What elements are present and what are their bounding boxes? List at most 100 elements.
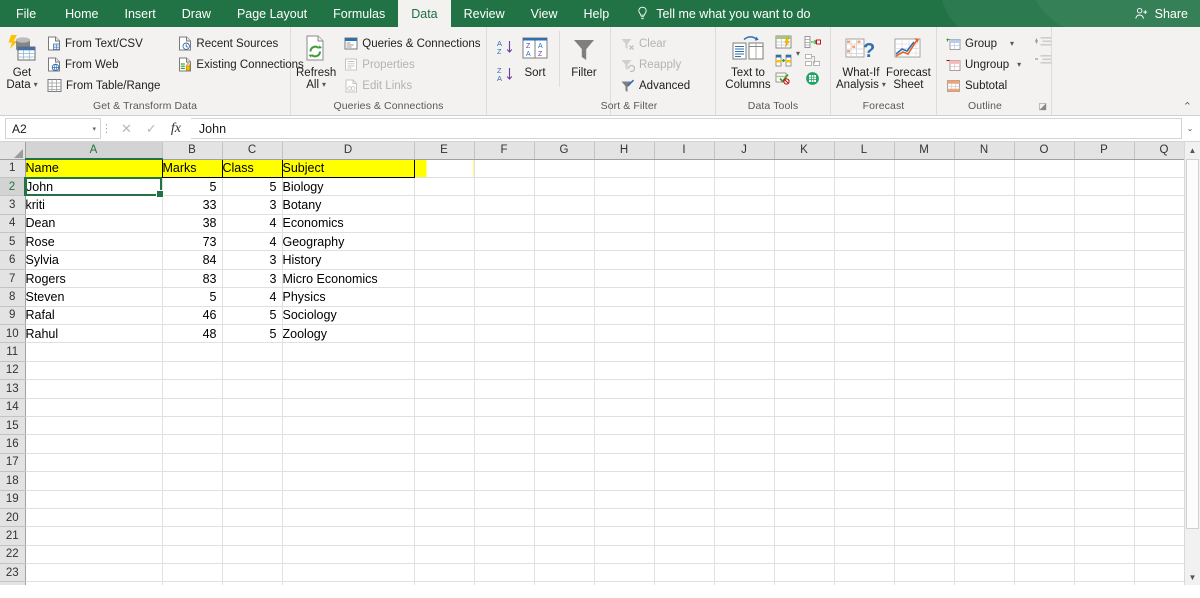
data-validation-icon[interactable] bbox=[775, 71, 792, 85]
cell-E23[interactable] bbox=[414, 564, 474, 582]
cell-K20[interactable] bbox=[774, 508, 834, 526]
cell-C21[interactable] bbox=[222, 527, 282, 545]
scroll-down-arrow-icon[interactable]: ▼ bbox=[1185, 569, 1200, 585]
cell-D9[interactable]: Sociology bbox=[282, 306, 414, 324]
cell-P1[interactable] bbox=[1074, 159, 1134, 177]
cell-L18[interactable] bbox=[834, 472, 894, 490]
cell-F15[interactable] bbox=[474, 416, 534, 434]
cell-L8[interactable] bbox=[834, 288, 894, 306]
cell-I8[interactable] bbox=[654, 288, 714, 306]
cell-A4[interactable]: Dean bbox=[25, 214, 162, 232]
cell-H22[interactable] bbox=[594, 545, 654, 563]
cell-H10[interactable] bbox=[594, 325, 654, 343]
cell-H12[interactable] bbox=[594, 361, 654, 379]
cell-I21[interactable] bbox=[654, 527, 714, 545]
cell-B9[interactable]: 46 bbox=[162, 306, 222, 324]
cell-J1[interactable] bbox=[714, 159, 774, 177]
vertical-scroll-thumb[interactable] bbox=[1186, 159, 1199, 529]
select-all-corner[interactable] bbox=[0, 142, 25, 159]
cell-M6[interactable] bbox=[894, 251, 954, 269]
cell-P14[interactable] bbox=[1074, 398, 1134, 416]
cell-P22[interactable] bbox=[1074, 545, 1134, 563]
cell-N5[interactable] bbox=[954, 233, 1014, 251]
cell-O1[interactable] bbox=[1014, 159, 1074, 177]
cell-F14[interactable] bbox=[474, 398, 534, 416]
cell-O21[interactable] bbox=[1014, 527, 1074, 545]
cell-D16[interactable] bbox=[282, 435, 414, 453]
cell-H11[interactable] bbox=[594, 343, 654, 361]
cell-L1[interactable] bbox=[834, 159, 894, 177]
cell-L19[interactable] bbox=[834, 490, 894, 508]
cancel-x-icon[interactable]: ✕ bbox=[121, 121, 132, 137]
cell-A20[interactable] bbox=[25, 508, 162, 526]
cell-K24[interactable] bbox=[774, 582, 834, 585]
filter-button[interactable]: Filter bbox=[563, 31, 605, 79]
chevron-down-icon[interactable]: ▾ bbox=[1010, 39, 1014, 48]
cell-G1[interactable] bbox=[534, 159, 594, 177]
cell-H13[interactable] bbox=[594, 380, 654, 398]
cell-P6[interactable] bbox=[1074, 251, 1134, 269]
cell-H19[interactable] bbox=[594, 490, 654, 508]
cell-F2[interactable] bbox=[474, 177, 534, 195]
show-detail-icon[interactable] bbox=[1035, 36, 1052, 48]
cell-H6[interactable] bbox=[594, 251, 654, 269]
recent-sources-button[interactable]: Recent Sources bbox=[174, 34, 307, 53]
cell-H17[interactable] bbox=[594, 453, 654, 471]
cell-A3[interactable]: kriti bbox=[25, 196, 162, 214]
cell-G6[interactable] bbox=[534, 251, 594, 269]
tab-insert[interactable]: Insert bbox=[112, 0, 169, 27]
cell-M4[interactable] bbox=[894, 214, 954, 232]
row-header-18[interactable]: 18 bbox=[0, 472, 25, 490]
cell-E24[interactable] bbox=[414, 582, 474, 585]
sort-descending-icon[interactable]: Z A bbox=[496, 65, 514, 83]
cell-N7[interactable] bbox=[954, 269, 1014, 287]
cell-O14[interactable] bbox=[1014, 398, 1074, 416]
vertical-scrollbar[interactable]: ▲ ▼ bbox=[1184, 142, 1200, 585]
cell-J17[interactable] bbox=[714, 453, 774, 471]
cell-H21[interactable] bbox=[594, 527, 654, 545]
cell-I9[interactable] bbox=[654, 306, 714, 324]
cell-N1[interactable] bbox=[954, 159, 1014, 177]
cell-C20[interactable] bbox=[222, 508, 282, 526]
cell-G8[interactable] bbox=[534, 288, 594, 306]
cell-K16[interactable] bbox=[774, 435, 834, 453]
tab-draw[interactable]: Draw bbox=[169, 0, 224, 27]
cell-E17[interactable] bbox=[414, 453, 474, 471]
relationships-icon[interactable] bbox=[804, 53, 821, 68]
cell-O8[interactable] bbox=[1014, 288, 1074, 306]
cell-I6[interactable] bbox=[654, 251, 714, 269]
cell-E22[interactable] bbox=[414, 545, 474, 563]
cell-B8[interactable]: 5 bbox=[162, 288, 222, 306]
cell-L24[interactable] bbox=[834, 582, 894, 585]
cell-P24[interactable] bbox=[1074, 582, 1134, 585]
cell-G10[interactable] bbox=[534, 325, 594, 343]
cell-F8[interactable] bbox=[474, 288, 534, 306]
cell-E8[interactable] bbox=[414, 288, 474, 306]
cell-B3[interactable]: 33 bbox=[162, 196, 222, 214]
cell-L15[interactable] bbox=[834, 416, 894, 434]
row-header-14[interactable]: 14 bbox=[0, 398, 25, 416]
cell-A7[interactable]: Rogers bbox=[25, 269, 162, 287]
tab-data[interactable]: Data bbox=[398, 0, 450, 27]
cell-P17[interactable] bbox=[1074, 453, 1134, 471]
cell-D14[interactable] bbox=[282, 398, 414, 416]
cell-E5[interactable] bbox=[414, 233, 474, 251]
cell-A5[interactable]: Rose bbox=[25, 233, 162, 251]
cell-A16[interactable] bbox=[25, 435, 162, 453]
cell-J13[interactable] bbox=[714, 380, 774, 398]
cell-A21[interactable] bbox=[25, 527, 162, 545]
cell-G16[interactable] bbox=[534, 435, 594, 453]
what-if-analysis-button[interactable]: ? What-If Analysis ▾ bbox=[836, 31, 886, 91]
cell-F7[interactable] bbox=[474, 269, 534, 287]
chevron-down-icon[interactable]: ⌄ bbox=[1182, 124, 1198, 133]
row-header-23[interactable]: 23 bbox=[0, 564, 25, 582]
cell-L7[interactable] bbox=[834, 269, 894, 287]
cell-P8[interactable] bbox=[1074, 288, 1134, 306]
cell-A19[interactable] bbox=[25, 490, 162, 508]
cell-M3[interactable] bbox=[894, 196, 954, 214]
row-header-17[interactable]: 17 bbox=[0, 453, 25, 471]
tell-me-box[interactable]: Tell me what you want to do bbox=[636, 0, 810, 27]
cell-B17[interactable] bbox=[162, 453, 222, 471]
queries-connections-button[interactable]: Queries & Connections bbox=[340, 34, 484, 53]
cell-D23[interactable] bbox=[282, 564, 414, 582]
